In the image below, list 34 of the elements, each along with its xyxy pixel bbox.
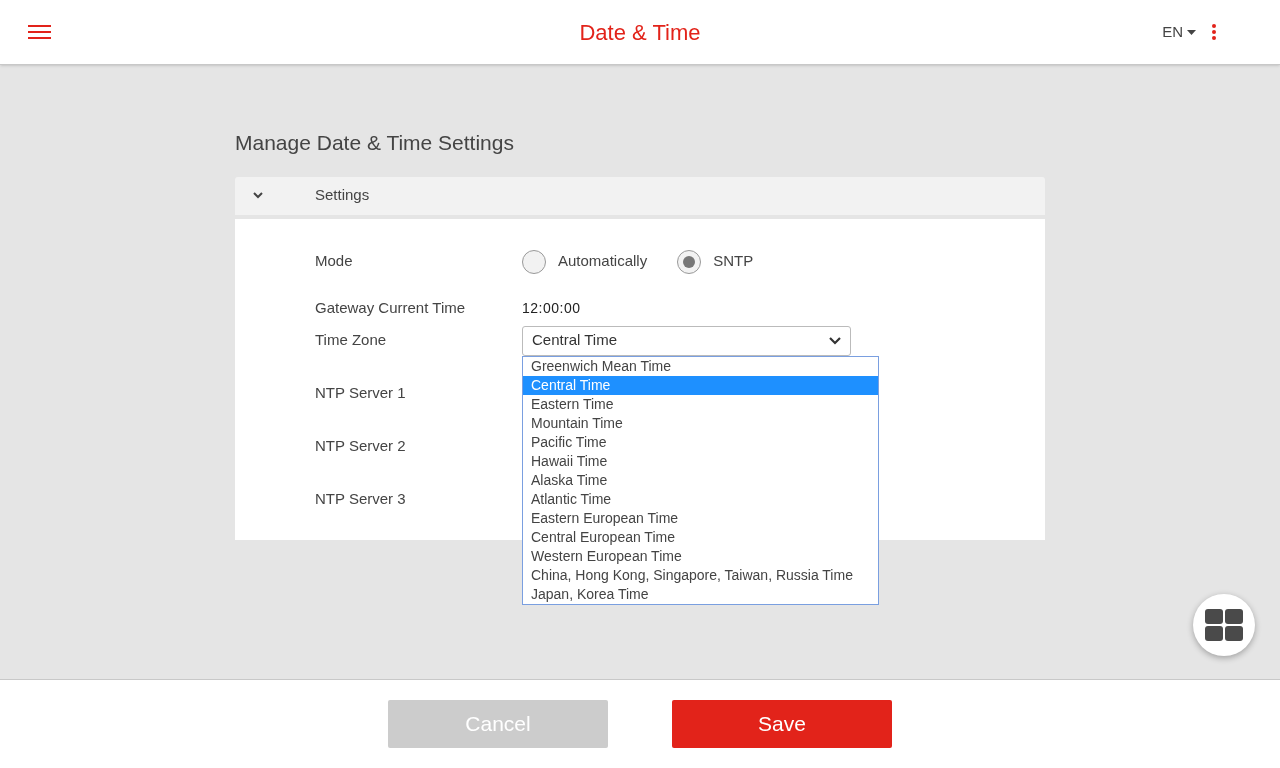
dropdown-option[interactable]: Eastern European Time	[523, 508, 878, 528]
dropdown-option[interactable]: Greenwich Mean Time	[523, 356, 878, 376]
more-options-icon[interactable]	[1212, 24, 1216, 40]
time-zone-select[interactable]: Central Time	[522, 325, 851, 356]
dropdown-option[interactable]: Pacific Time	[523, 432, 878, 452]
grid-icon	[1205, 609, 1243, 641]
grid-fab[interactable]	[1193, 594, 1255, 656]
accordion-header[interactable]: Settings	[235, 176, 1045, 215]
chevron-icon	[829, 336, 841, 345]
field-label: Mode	[315, 251, 354, 272]
dropdown-option[interactable]: Atlantic Time	[523, 489, 878, 509]
radio-option[interactable]: Automatically	[522, 249, 648, 274]
dropdown-option[interactable]: Japan, Korea Time	[523, 584, 878, 604]
dropdown-option[interactable]: Mountain Time	[523, 413, 878, 433]
field-label: NTP Server 3	[315, 489, 407, 510]
radio-option[interactable]: SNTP	[677, 249, 754, 274]
dropdown-option[interactable]: Eastern Time	[523, 394, 878, 414]
dropdown-option[interactable]: Alaska Time	[523, 470, 878, 490]
page-header-title: Date & Time	[579, 18, 701, 47]
language-dropdown[interactable]: EN	[1162, 20, 1196, 44]
field-label: NTP Server 1	[315, 383, 407, 404]
field-label: Gateway Current Time	[315, 298, 467, 319]
chevron-icon	[253, 192, 263, 199]
dropdown-option[interactable]: Central European Time	[523, 527, 878, 547]
caret-icon	[1187, 29, 1196, 35]
section-heading: Manage Date & Time Settings	[235, 130, 515, 156]
save-button[interactable]: Save	[672, 700, 892, 748]
field-label: NTP Server 2	[315, 436, 407, 457]
dropdown-option[interactable]: Western European Time	[523, 546, 878, 566]
menu-icon[interactable]	[28, 25, 51, 39]
field-label: Time Zone	[315, 330, 388, 351]
dropdown-option[interactable]: China, Hong Kong, Singapore, Taiwan, Russia Time	[523, 565, 878, 585]
dropdown-option[interactable]: Hawaii Time	[523, 451, 878, 471]
time-value: 12:00:00	[522, 299, 581, 318]
